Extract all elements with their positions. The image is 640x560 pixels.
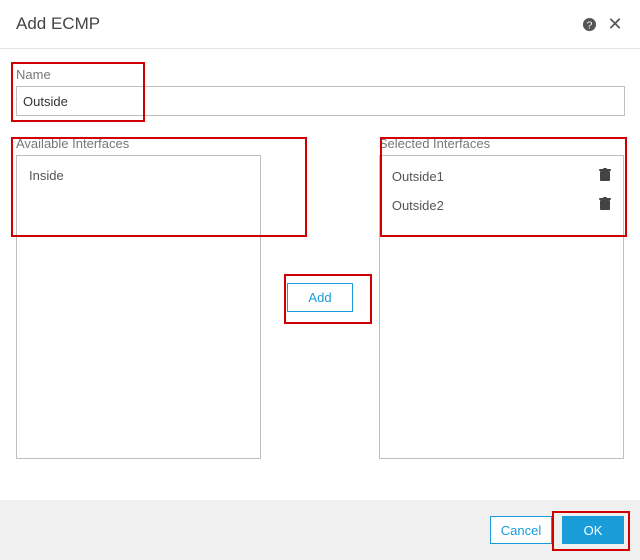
add-ecmp-dialog: Add ECMP ? ✕ Name Available Interfaces I… <box>0 0 640 459</box>
available-interfaces-column: Available Interfaces Inside <box>16 136 261 459</box>
list-item-label: Outside2 <box>392 198 599 213</box>
list-item-label: Outside1 <box>392 169 599 184</box>
add-button[interactable]: Add <box>287 283 352 312</box>
interface-picker: Available Interfaces Inside Add Selected… <box>16 136 624 459</box>
help-icon[interactable]: ? <box>580 15 598 33</box>
available-listbox[interactable]: Inside <box>16 155 261 459</box>
selected-listbox[interactable]: Outside1 Outside2 <box>379 155 624 459</box>
list-item-label: Inside <box>29 168 248 183</box>
list-item[interactable]: Outside2 <box>380 191 623 220</box>
available-label: Available Interfaces <box>16 136 261 151</box>
close-icon[interactable]: ✕ <box>606 15 624 33</box>
transfer-controls: Add <box>261 136 379 459</box>
dialog-header: Add ECMP ? ✕ <box>16 14 624 34</box>
dialog-title: Add ECMP <box>16 14 580 34</box>
name-label: Name <box>16 67 624 82</box>
list-item[interactable]: Inside <box>17 162 260 189</box>
name-input[interactable] <box>16 86 625 116</box>
list-item[interactable]: Outside1 <box>380 162 623 191</box>
divider <box>0 48 640 49</box>
trash-icon[interactable] <box>599 197 611 214</box>
svg-text:?: ? <box>586 20 592 31</box>
selected-interfaces-column: Selected Interfaces Outside1 Outside2 <box>379 136 624 459</box>
name-field-group: Name <box>16 67 624 116</box>
cancel-button[interactable]: Cancel <box>490 516 552 544</box>
ok-button[interactable]: OK <box>562 516 624 544</box>
trash-icon[interactable] <box>599 168 611 185</box>
dialog-footer: Cancel OK <box>0 500 640 560</box>
selected-label: Selected Interfaces <box>379 136 624 151</box>
